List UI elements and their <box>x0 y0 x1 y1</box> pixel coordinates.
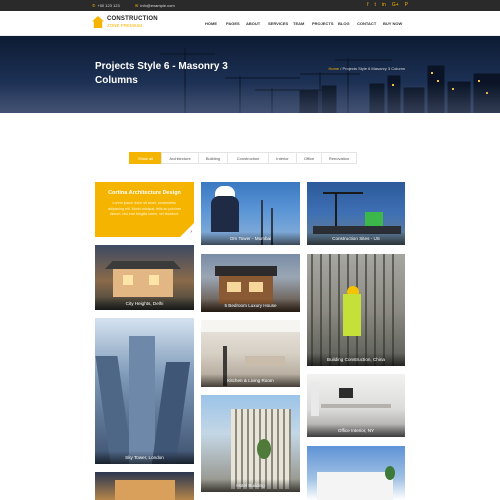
feature-title: Cortina Architecture Design <box>108 190 181 196</box>
social-links: f t in G+ P <box>367 2 408 9</box>
logo-subtitle: ZONE PREMIUM <box>107 23 143 28</box>
breadcrumb-separator: / <box>340 66 342 71</box>
filter-renovation[interactable]: Renovation <box>321 152 357 164</box>
project-card-office-interior[interactable]: Office Interior, NY <box>307 374 405 437</box>
project-card-partial-1[interactable] <box>95 472 194 500</box>
phone-number: +00 123 123 <box>97 3 120 8</box>
nav-pages[interactable]: PAGES <box>226 21 240 26</box>
filter-office[interactable]: Office <box>296 152 322 164</box>
house-logo-icon <box>92 16 104 28</box>
nav-buy-now[interactable]: BUY NOW <box>383 21 402 26</box>
twitter-icon[interactable]: t <box>375 2 376 9</box>
project-caption: Om Tower - Mumbai <box>201 232 300 245</box>
phone-contact[interactable]: ✆ +00 123 123 <box>92 3 120 8</box>
page: ✆ +00 123 123 ✉ info@example.com f t in … <box>0 0 500 500</box>
project-caption: Construction Sites - US <box>307 232 405 245</box>
logo-title: CONSTRUCTION <box>107 16 158 22</box>
project-caption: Building Construction, China <box>307 353 405 366</box>
facebook-icon[interactable]: f <box>367 2 368 9</box>
project-card-hotel[interactable]: Hotel Building <box>201 395 300 492</box>
project-card-partial-3[interactable] <box>307 446 405 500</box>
project-card-construction-sites[interactable]: Construction Sites - US <box>307 182 405 245</box>
email-contact[interactable]: ✉ info@example.com <box>135 3 175 8</box>
project-caption: Kitchen & Living Room <box>201 374 300 387</box>
project-caption: Sky Tower, London <box>95 451 194 464</box>
chevron-right-icon: › <box>190 229 192 235</box>
page-title: Projects Style 6 - Masonry 3 Columns <box>95 61 228 86</box>
phone-icon: ✆ <box>92 3 96 8</box>
project-caption: 5 Bedroom Luxury House <box>201 299 300 312</box>
nav-blog[interactable]: BLOG <box>338 21 350 26</box>
breadcrumb-current: Projects Style 6 Masonry 3 Column <box>342 66 405 71</box>
project-card-sky-tower[interactable]: Sky Tower, London <box>95 318 194 464</box>
project-card-city-heights[interactable]: City Heights, Delhi <box>95 245 194 310</box>
project-card-kitchen[interactable]: Kitchen & Living Room <box>201 320 300 387</box>
filter-show-all[interactable]: Show all <box>129 152 162 164</box>
nav-contact[interactable]: CONTACT <box>357 21 376 26</box>
pinterest-icon[interactable]: P <box>405 2 408 9</box>
project-card-building-china[interactable]: Building Construction, China <box>307 254 405 366</box>
project-caption: Office Interior, NY <box>307 424 405 437</box>
breadcrumb: Home / Projects Style 6 Masonry 3 Column <box>328 66 405 71</box>
feature-description: Lorem ipsum dolor sit amet, consectetur … <box>108 201 181 216</box>
project-card-om-tower[interactable]: Om Tower - Mumbai <box>201 182 300 245</box>
nav-home[interactable]: HOME <box>205 21 217 26</box>
googleplus-icon[interactable]: G+ <box>392 2 399 9</box>
project-caption: Hotel Building <box>201 479 300 492</box>
nav-about[interactable]: ABOUT <box>246 21 260 26</box>
nav-services[interactable]: SERVICES <box>268 21 288 26</box>
filter-architecture[interactable]: Architecture <box>161 152 199 164</box>
top-bar: ✆ +00 123 123 ✉ info@example.com f t in … <box>0 0 500 11</box>
project-card-bedroom-house[interactable]: 5 Bedroom Luxury House <box>201 254 300 312</box>
nav-projects[interactable]: PROJECTS <box>312 21 334 26</box>
nav-team[interactable]: TEAM <box>293 21 304 26</box>
breadcrumb-home[interactable]: Home <box>328 66 339 71</box>
page-hero: Projects Style 6 - Masonry 3 Columns Hom… <box>0 36 500 113</box>
email-address: info@example.com <box>140 3 175 8</box>
linkedin-icon[interactable]: in <box>382 2 386 9</box>
filter-construction[interactable]: Construction <box>227 152 269 164</box>
filter-interior[interactable]: Interior <box>268 152 297 164</box>
project-filter-bar: Show all Architecture Building Construct… <box>129 152 357 164</box>
feature-project-card[interactable]: Cortina Architecture Design Lorem ipsum … <box>95 182 194 237</box>
filter-building[interactable]: Building <box>198 152 228 164</box>
site-logo[interactable]: CONSTRUCTION ZONE PREMIUM <box>92 16 158 28</box>
feature-arrow-button[interactable]: › <box>180 223 194 237</box>
project-caption: City Heights, Delhi <box>95 297 194 310</box>
header: CONSTRUCTION ZONE PREMIUM HOME PAGES ABO… <box>0 11 500 36</box>
mail-icon: ✉ <box>135 3 139 8</box>
